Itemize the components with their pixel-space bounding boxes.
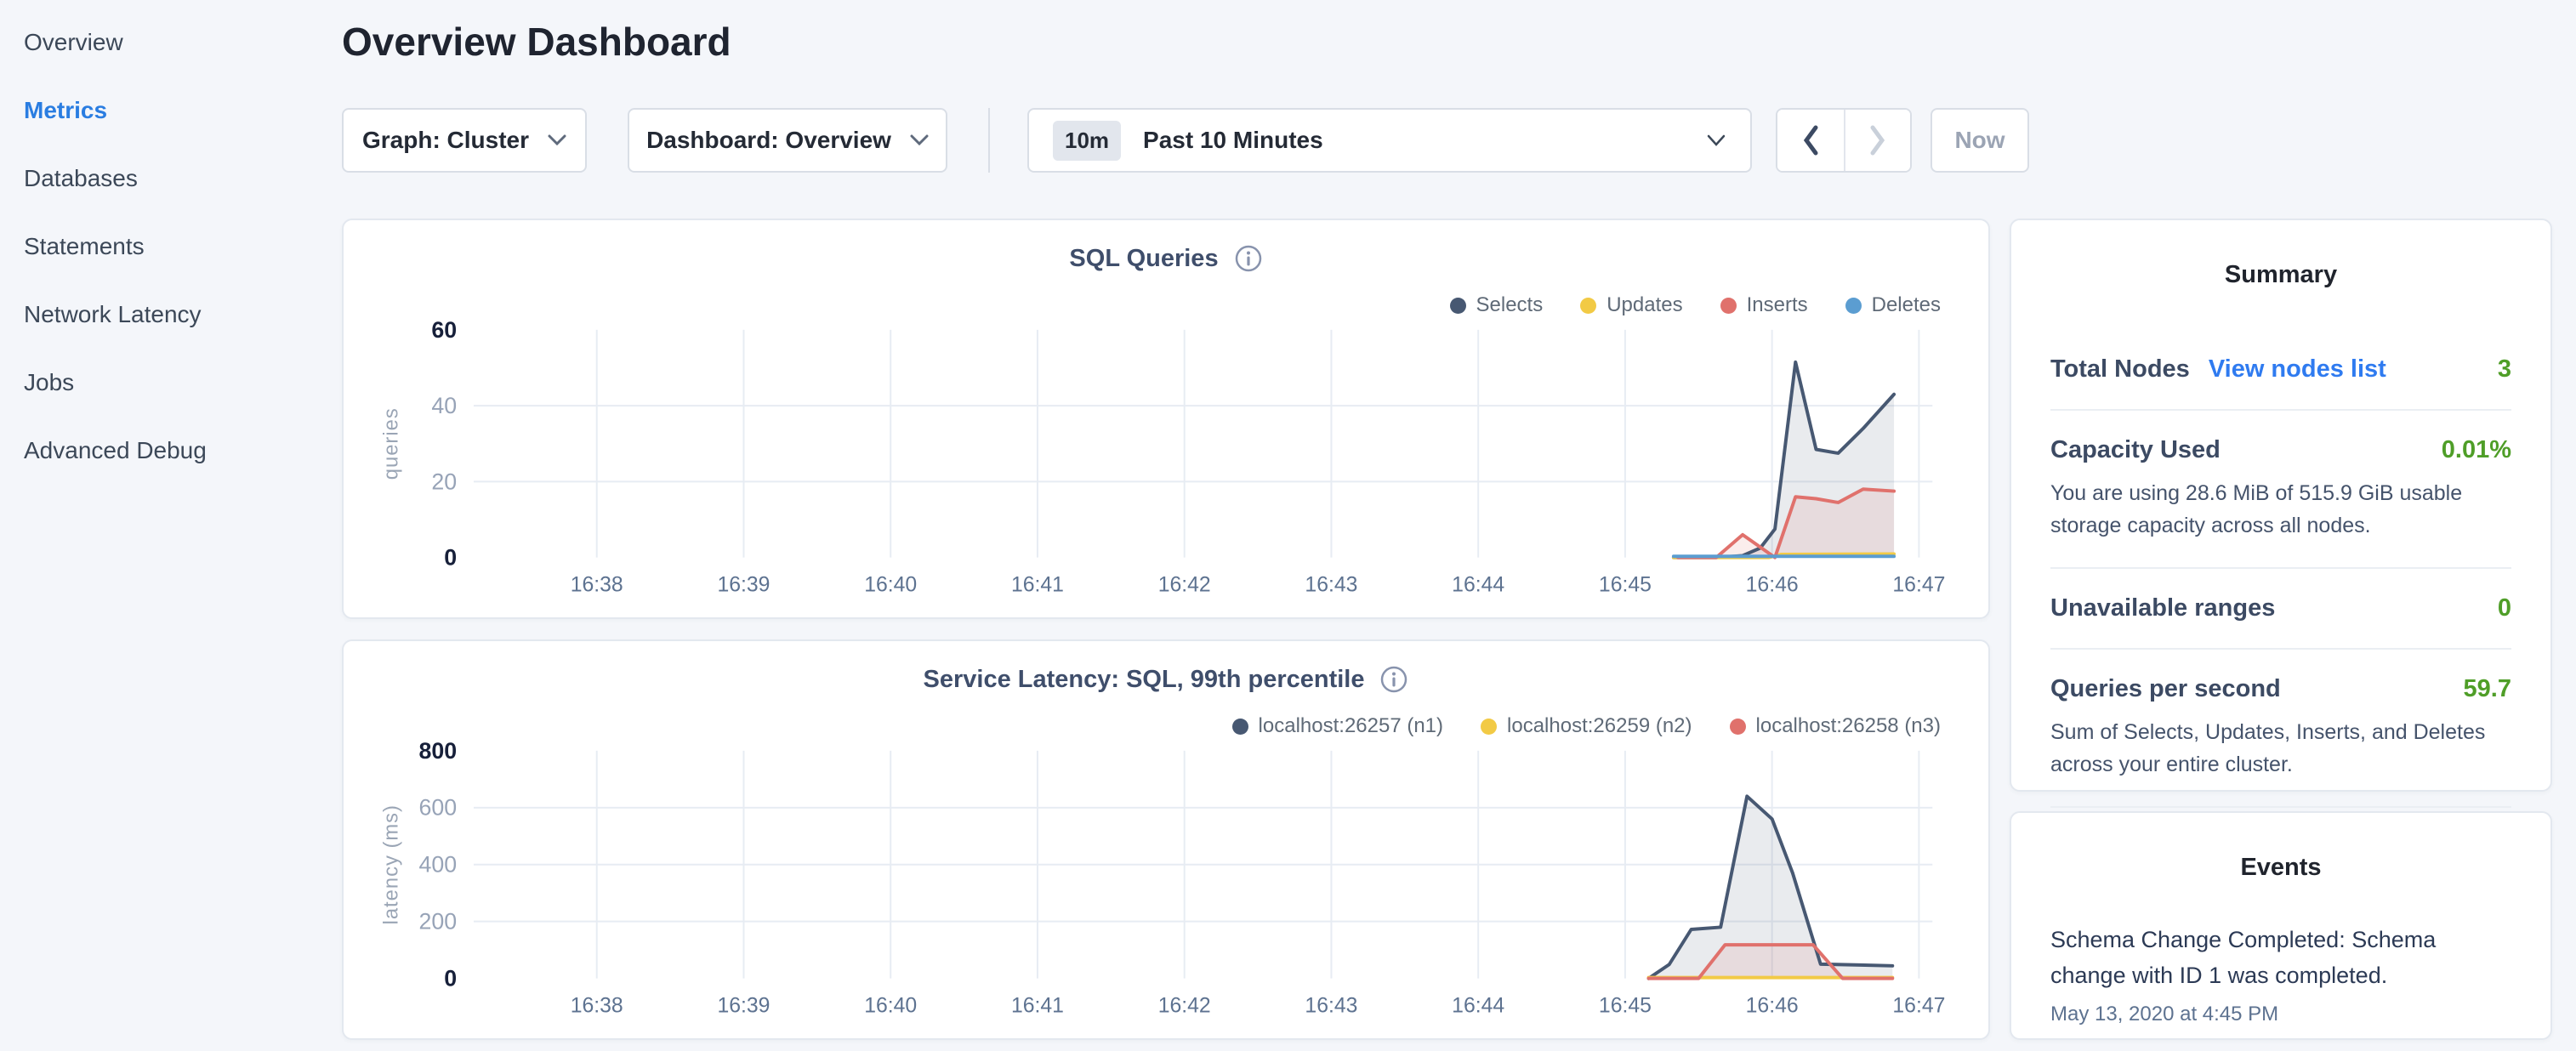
dashboard-dropdown-label: Dashboard: Overview [646, 127, 891, 154]
summary-row-value: 0.01% [2442, 436, 2511, 464]
time-next-button[interactable] [1844, 110, 1910, 171]
summary-row-description: Sum of Selects, Updates, Inserts, and De… [2050, 717, 2511, 781]
summary-row-label: Total Nodes [2050, 355, 2190, 383]
events-panel: Events Schema Change Completed: Schema c… [2010, 811, 2552, 1040]
summary-row-label: Capacity Used [2050, 436, 2221, 464]
events-list: Schema Change Completed: Schema change w… [2050, 923, 2511, 1026]
summary-row: Capacity Used 0.01% You are using 28.6 MiB… [2050, 409, 2511, 567]
dashboard-dropdown[interactable]: Dashboard: Overview [628, 108, 947, 173]
svg-text:800: 800 [418, 738, 457, 764]
svg-text:0: 0 [444, 545, 457, 571]
sidebar-item-overview[interactable]: Overview [0, 9, 340, 77]
svg-text:16:47: 16:47 [1892, 573, 1945, 596]
svg-text:16:40: 16:40 [864, 994, 917, 1017]
summary-panel: Summary Total Nodes View nodes list 3 Capac… [2010, 219, 2552, 792]
svg-text:16:39: 16:39 [717, 994, 770, 1017]
summary-row-label: Queries per second [2050, 675, 2281, 703]
svg-text:40: 40 [431, 393, 457, 418]
svg-text:16:42: 16:42 [1158, 994, 1211, 1017]
svg-text:16:42: 16:42 [1158, 573, 1211, 596]
summary-row-description: You are using 28.6 MiB of 515.9 GiB usab… [2050, 478, 2511, 542]
page-title: Overview Dashboard [342, 19, 731, 65]
chevron-down-icon [910, 134, 929, 146]
svg-text:16:38: 16:38 [571, 994, 623, 1017]
time-range-selector[interactable]: 10m Past 10 Minutes [1027, 108, 1752, 173]
summary-row: Queries per second 59.7 Sum of Selects, Up… [2050, 648, 2511, 806]
time-range-badge: 10m [1053, 121, 1121, 161]
sql-queries-chart[interactable]: 0 20 40 60 queries 16:38 16:39 16:40 16:41 16:42 1… [344, 220, 1988, 617]
sql-queries-chart-panel: SQL Queries SelectsUpdatesInsertsDeletes… [342, 219, 1990, 619]
view-nodes-list-link[interactable]: View nodes list [2209, 355, 2386, 383]
sidebar-item-statements[interactable]: Statements [0, 213, 340, 281]
summary-row-value: 59.7 [2464, 675, 2511, 703]
app-root: OverviewMetricsDatabasesStatementsNetwor… [0, 0, 2576, 1051]
svg-text:16:45: 16:45 [1599, 573, 1652, 596]
sidebar: OverviewMetricsDatabasesStatementsNetwor… [0, 0, 340, 485]
chevron-right-icon [1868, 125, 1887, 156]
summary-rows: Total Nodes View nodes list 3 Capacity Used… [2050, 330, 2511, 887]
svg-text:16:41: 16:41 [1011, 994, 1064, 1017]
svg-text:16:43: 16:43 [1305, 573, 1357, 596]
summary-row: Unavailable ranges 0 [2050, 567, 2511, 648]
chevron-down-icon [1706, 134, 1726, 147]
service-latency-chart-panel: Service Latency: SQL, 99th percentile lo… [342, 639, 1990, 1040]
svg-text:16:45: 16:45 [1599, 994, 1652, 1017]
svg-text:60: 60 [431, 317, 457, 343]
svg-text:latency (ms): latency (ms) [380, 804, 403, 924]
event-text: Schema Change Completed: Schema change w… [2050, 923, 2511, 994]
svg-text:16:43: 16:43 [1305, 994, 1357, 1017]
summary-row: Total Nodes View nodes list 3 [2050, 330, 2511, 409]
time-range-label: Past 10 Minutes [1143, 127, 1706, 154]
svg-text:16:41: 16:41 [1011, 573, 1064, 596]
sidebar-item-network-latency[interactable]: Network Latency [0, 281, 340, 349]
svg-text:400: 400 [418, 852, 457, 878]
summary-row-label: Unavailable ranges [2050, 594, 2275, 622]
svg-text:0: 0 [444, 966, 457, 991]
time-prev-button[interactable] [1777, 110, 1844, 171]
svg-text:20: 20 [431, 469, 457, 494]
now-button[interactable]: Now [1931, 108, 2029, 173]
toolbar-divider [988, 108, 990, 173]
graph-dropdown-label: Graph: Cluster [362, 127, 529, 154]
svg-text:200: 200 [418, 909, 457, 935]
sidebar-item-databases[interactable]: Databases [0, 145, 340, 213]
summary-title: Summary [2050, 261, 2511, 289]
toolbar: Graph: Cluster Dashboard: Overview 10m P… [342, 108, 2029, 173]
summary-row-value: 0 [2498, 594, 2511, 622]
svg-text:16:44: 16:44 [1452, 994, 1504, 1017]
chevron-left-icon [1801, 125, 1820, 156]
svg-text:600: 600 [418, 795, 457, 821]
svg-text:queries: queries [380, 407, 403, 480]
time-step-buttons [1776, 108, 1912, 173]
svg-text:16:47: 16:47 [1892, 994, 1945, 1017]
summary-row-value: 3 [2498, 355, 2511, 383]
event-item: Schema Change Completed: Schema change w… [2050, 923, 2511, 1026]
sidebar-item-jobs[interactable]: Jobs [0, 349, 340, 417]
svg-text:16:38: 16:38 [571, 573, 623, 596]
sidebar-item-metrics[interactable]: Metrics [0, 77, 340, 145]
chevron-down-icon [548, 134, 566, 146]
svg-text:16:46: 16:46 [1746, 573, 1799, 596]
events-title: Events [2050, 854, 2511, 882]
sidebar-item-advanced-debug[interactable]: Advanced Debug [0, 417, 340, 485]
svg-text:16:46: 16:46 [1746, 994, 1799, 1017]
svg-text:16:39: 16:39 [717, 573, 770, 596]
graph-dropdown[interactable]: Graph: Cluster [342, 108, 587, 173]
svg-text:16:40: 16:40 [864, 573, 917, 596]
event-timestamp: May 13, 2020 at 4:45 PM [2050, 1003, 2511, 1026]
service-latency-chart[interactable]: 0 200 400 600 800 latency (ms) 16:38 16:39 16:40… [344, 641, 1988, 1038]
svg-text:16:44: 16:44 [1452, 573, 1504, 596]
